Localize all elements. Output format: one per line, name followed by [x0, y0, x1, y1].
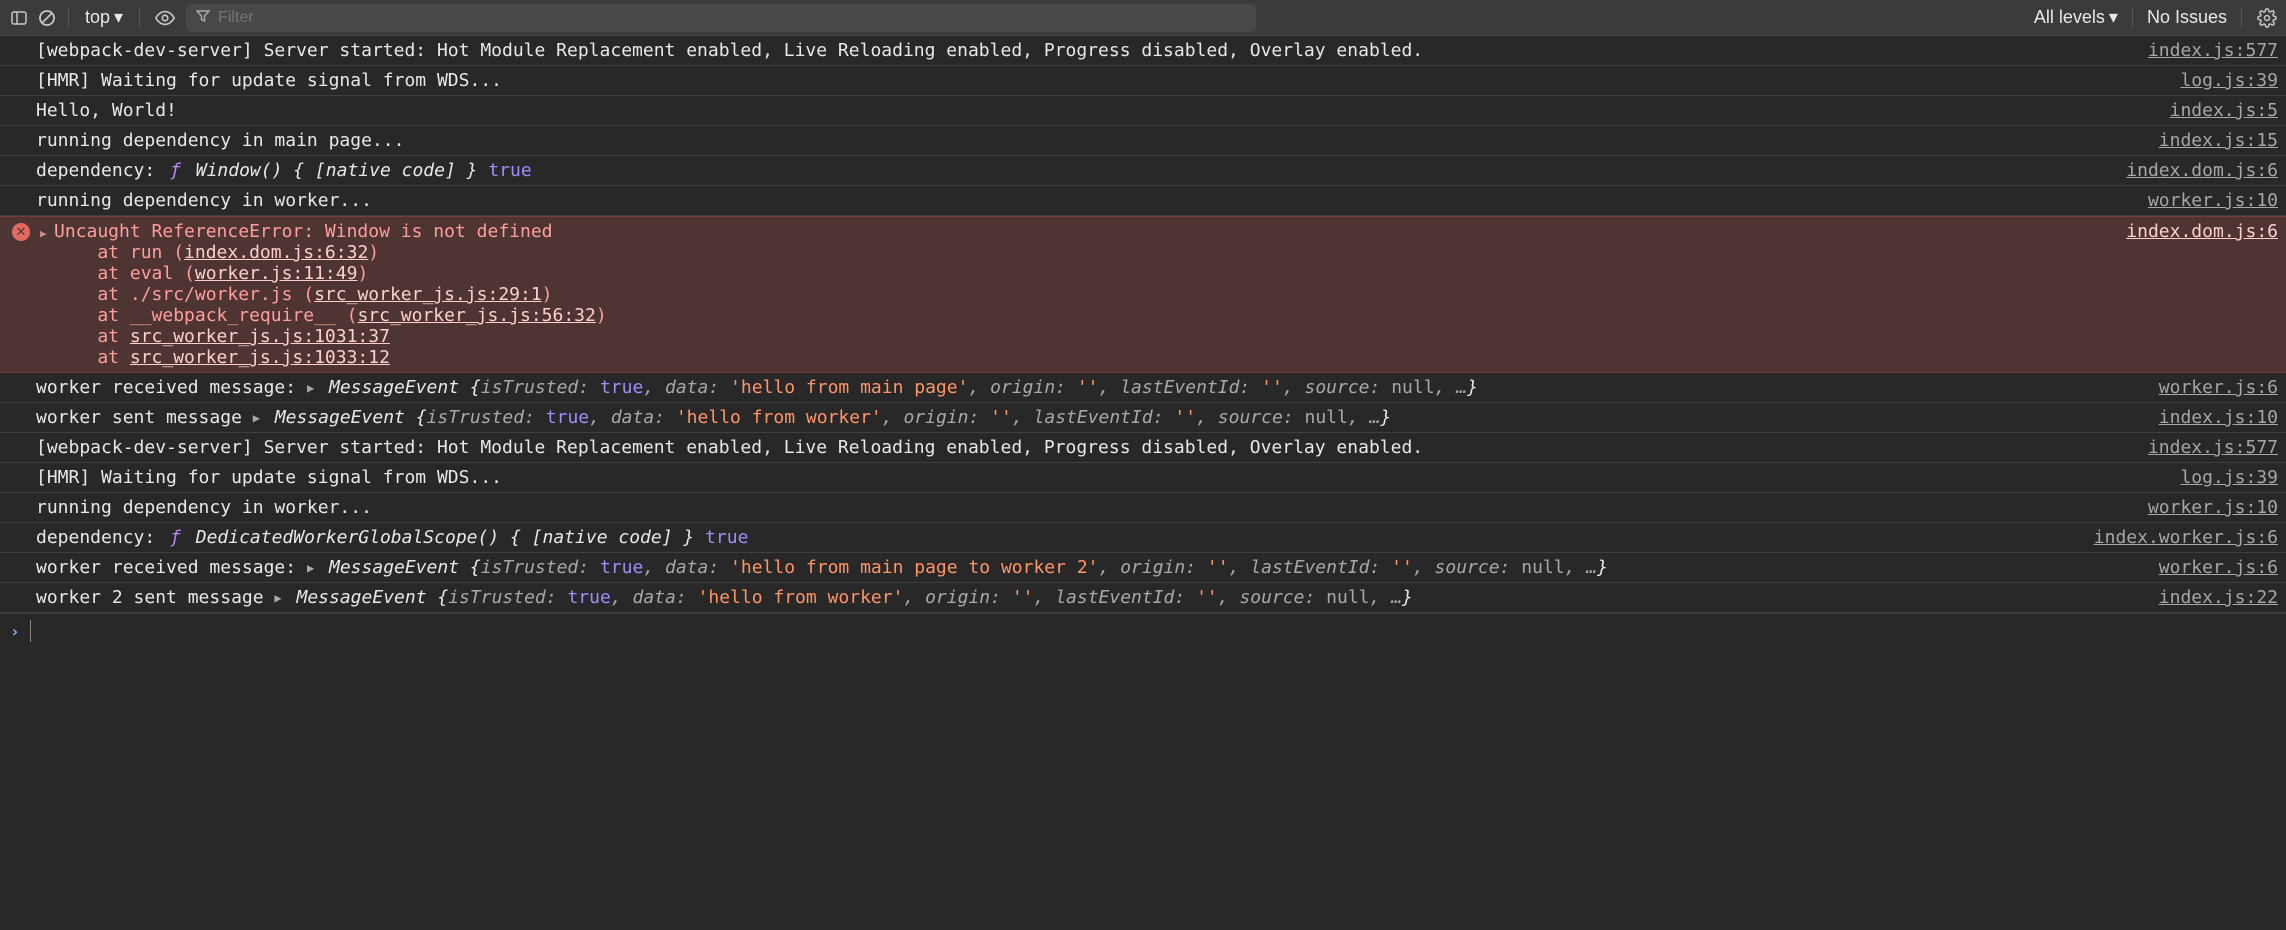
clear-console-icon[interactable] [36, 7, 58, 29]
console-message: worker sent message ▶ MessageEvent {isTr… [36, 407, 2139, 428]
console-row: [HMR] Waiting for update signal from WDS… [0, 463, 2286, 493]
prompt-caret-icon: › [10, 622, 20, 641]
source-link[interactable]: index.js:22 [2139, 587, 2278, 608]
source-link[interactable]: index.dom.js:6:32 [184, 242, 368, 263]
console-message: running dependency in worker... [36, 497, 2128, 518]
source-link[interactable]: index.js:5 [2150, 100, 2278, 121]
source-link[interactable]: index.js:577 [2128, 40, 2278, 61]
console-row: dependency: ƒ Window() { [native code] }… [0, 156, 2286, 186]
function-icon: ƒ [170, 527, 181, 548]
filter-icon [196, 7, 210, 28]
expand-icon[interactable]: ▶ [253, 411, 260, 425]
source-link[interactable]: worker.js:6 [2139, 377, 2278, 398]
source-link[interactable]: src_worker_js.js:56:32 [357, 305, 595, 326]
js-context-selector[interactable]: top ▾ [79, 7, 129, 28]
console-row: worker received message: ▶ MessageEvent … [0, 553, 2286, 583]
log-levels-selector[interactable]: All levels ▾ [2034, 7, 2118, 28]
error-icon: ✕ [12, 223, 30, 241]
console-row: worker received message: ▶ MessageEvent … [0, 373, 2286, 403]
filter-input[interactable] [218, 9, 1246, 27]
console-message: running dependency in main page... [36, 130, 2139, 151]
source-link[interactable]: log.js:39 [2160, 467, 2278, 488]
console-row: [HMR] Waiting for update signal from WDS… [0, 66, 2286, 96]
source-link[interactable]: index.worker.js:6 [2074, 527, 2278, 548]
function-icon: ƒ [170, 160, 181, 181]
context-label: top [85, 7, 110, 28]
console-prompt-input[interactable] [30, 620, 2276, 642]
console-row: running dependency in worker...worker.js… [0, 493, 2286, 523]
issues-label[interactable]: No Issues [2147, 7, 2227, 28]
source-link[interactable]: worker.js:10 [2128, 190, 2278, 211]
source-link[interactable]: index.dom.js:6 [2106, 160, 2278, 181]
console-message: worker received message: ▶ MessageEvent … [36, 557, 2139, 578]
toggle-sidebar-icon[interactable] [8, 7, 30, 29]
console-row: running dependency in main page...index.… [0, 126, 2286, 156]
console-row: worker sent message ▶ MessageEvent {isTr… [0, 403, 2286, 433]
expand-icon[interactable]: ▶ [40, 227, 47, 240]
source-link[interactable]: index.js:10 [2139, 407, 2278, 428]
console-message: dependency: ƒ Window() { [native code] }… [36, 160, 2106, 181]
source-link[interactable]: worker.js:6 [2139, 557, 2278, 578]
separator [68, 8, 69, 28]
expand-icon[interactable]: ▶ [307, 561, 314, 575]
console-row: [webpack-dev-server] Server started: Hot… [0, 36, 2286, 66]
expand-icon[interactable]: ▶ [307, 381, 314, 395]
source-link[interactable]: src_worker_js.js:1031:37 [130, 326, 390, 347]
console-row: [webpack-dev-server] Server started: Hot… [0, 433, 2286, 463]
console-message: worker received message: ▶ MessageEvent … [36, 377, 2139, 398]
console-row: ✕ ▶Uncaught ReferenceError: Window is not… [0, 216, 2286, 373]
gear-icon[interactable] [2256, 7, 2278, 29]
console-message: running dependency in worker... [36, 190, 2128, 211]
live-expression-icon[interactable] [150, 7, 180, 29]
levels-label: All levels [2034, 7, 2105, 28]
source-link[interactable]: index.dom.js:6 [2106, 221, 2278, 242]
console-prompt-row: › [0, 613, 2286, 648]
source-link[interactable]: src_worker_js.js:29:1 [314, 284, 542, 305]
console-row: running dependency in worker...worker.js… [0, 186, 2286, 216]
console-row: dependency: ƒ DedicatedWorkerGlobalScope… [0, 523, 2286, 553]
source-link[interactable]: worker.js:11:49 [195, 263, 358, 284]
console-message: [HMR] Waiting for update signal from WDS… [36, 70, 2160, 91]
console-message: worker 2 sent message ▶ MessageEvent {is… [36, 587, 2139, 608]
separator [139, 8, 140, 28]
source-link[interactable]: log.js:39 [2160, 70, 2278, 91]
separator [2132, 8, 2133, 28]
console-message: [webpack-dev-server] Server started: Hot… [36, 40, 2128, 61]
console-message: Uncaught ReferenceError: Window is not d… [36, 221, 2106, 368]
console-output: [webpack-dev-server] Server started: Hot… [0, 36, 2286, 613]
source-link[interactable]: worker.js:10 [2128, 497, 2278, 518]
chevron-down-icon: ▾ [114, 7, 123, 28]
source-link[interactable]: src_worker_js.js:1033:12 [130, 347, 390, 368]
expand-icon[interactable]: ▶ [274, 591, 281, 605]
console-row: worker 2 sent message ▶ MessageEvent {is… [0, 583, 2286, 613]
console-message: [webpack-dev-server] Server started: Hot… [36, 437, 2128, 458]
source-link[interactable]: index.js:15 [2139, 130, 2278, 151]
separator [2241, 8, 2242, 28]
console-row: Hello, World!index.js:5 [0, 96, 2286, 126]
console-toolbar: top ▾ All levels ▾ No Issues [0, 0, 2286, 36]
console-message: dependency: ƒ DedicatedWorkerGlobalScope… [36, 527, 2074, 548]
chevron-down-icon: ▾ [2109, 7, 2118, 28]
console-message: Hello, World! [36, 100, 2150, 121]
console-message: [HMR] Waiting for update signal from WDS… [36, 467, 2160, 488]
source-link[interactable]: index.js:577 [2128, 437, 2278, 458]
filter-box[interactable] [186, 4, 1256, 32]
